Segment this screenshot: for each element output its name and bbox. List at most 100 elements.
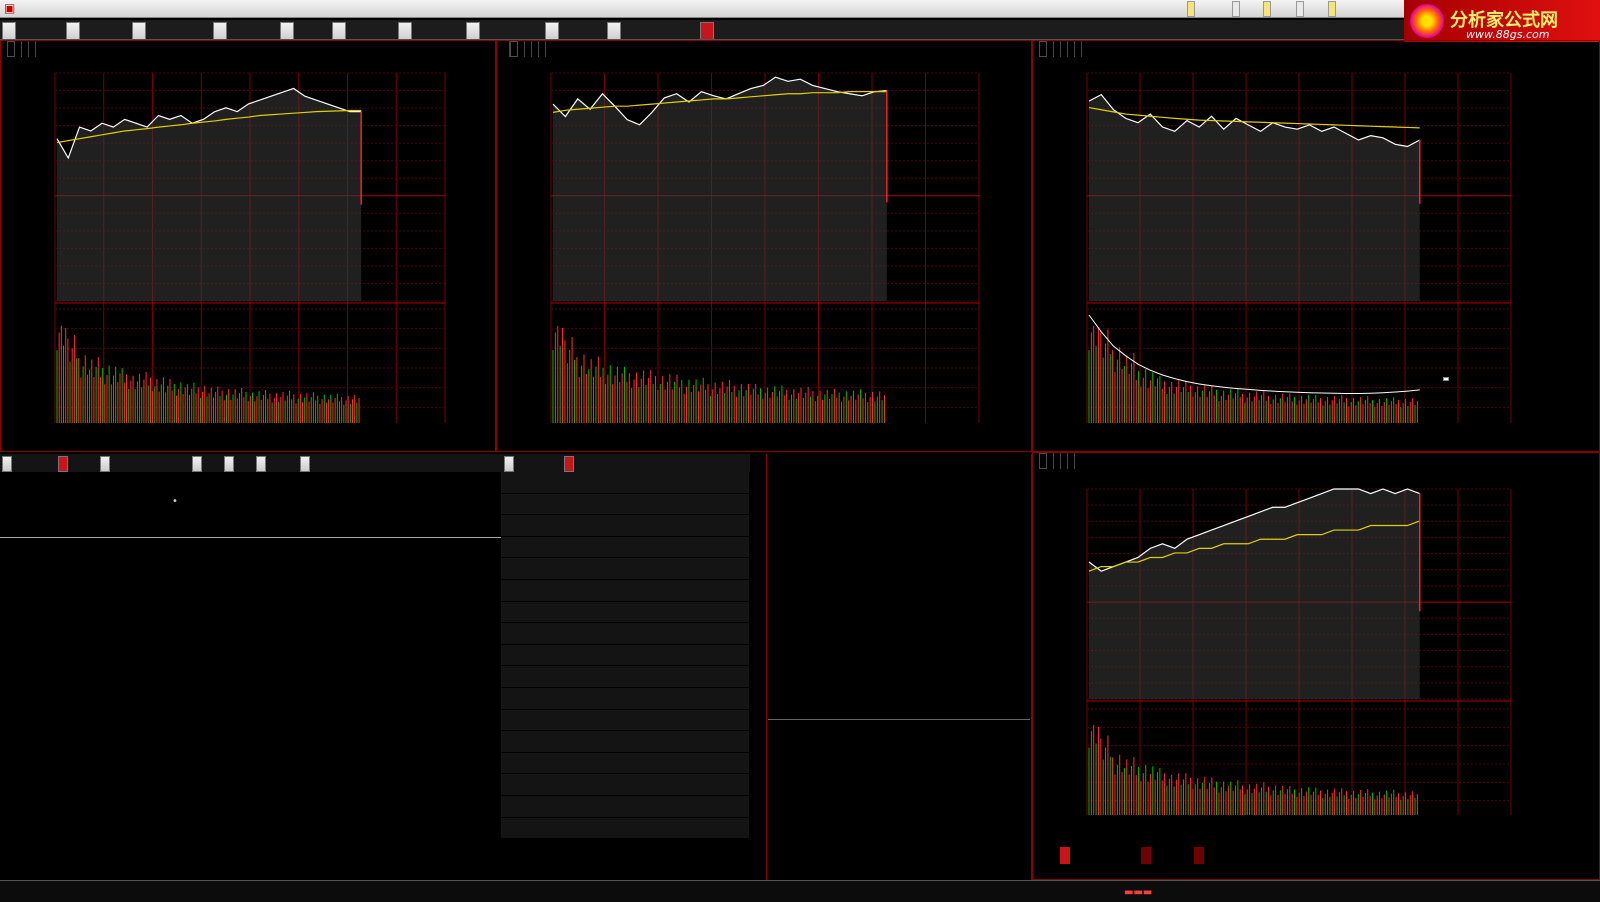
quick-button-1[interactable] xyxy=(1232,1,1240,17)
monitor-row[interactable] xyxy=(768,595,1030,610)
quick-button-2[interactable] xyxy=(1263,1,1271,17)
chart-view-tab-0[interactable] xyxy=(1060,847,1070,864)
monitor-row[interactable] xyxy=(768,641,1030,656)
news-item[interactable] xyxy=(501,601,749,624)
monitor-row[interactable] xyxy=(768,811,1030,826)
monitor-row[interactable] xyxy=(768,780,1030,795)
board-tab-2[interactable] xyxy=(100,456,110,472)
tab-8[interactable] xyxy=(545,22,559,39)
monitor-row[interactable] xyxy=(768,719,1030,734)
news-item[interactable] xyxy=(501,558,749,580)
news-item[interactable] xyxy=(501,644,749,667)
monitor-row[interactable] xyxy=(768,672,1030,687)
news-item[interactable] xyxy=(501,796,749,818)
table-row[interactable] xyxy=(0,559,505,581)
table-row[interactable] xyxy=(0,710,505,732)
table-row[interactable] xyxy=(0,732,505,754)
board-tab-5[interactable] xyxy=(256,456,266,472)
news-item[interactable] xyxy=(501,515,749,537)
table-row[interactable] xyxy=(0,689,505,711)
quick-button-4[interactable] xyxy=(1328,1,1336,17)
monitor-row[interactable] xyxy=(768,734,1030,749)
monitor-row[interactable] xyxy=(768,626,1030,641)
chart-panel-4 xyxy=(1032,452,1600,880)
monitor-row[interactable] xyxy=(768,749,1030,764)
chart-view-tab-2[interactable] xyxy=(1194,847,1204,864)
board-tab-0[interactable] xyxy=(2,456,12,472)
monitor-row[interactable] xyxy=(768,826,1030,841)
tab-4[interactable] xyxy=(280,22,294,39)
window-icon[interactable]: ▣ xyxy=(4,1,15,15)
tab-6[interactable] xyxy=(398,22,412,39)
tab-9[interactable] xyxy=(607,22,621,39)
quick-button-0[interactable] xyxy=(1187,1,1195,17)
news-item[interactable] xyxy=(501,709,749,732)
price-area xyxy=(1089,489,1420,699)
news-item[interactable] xyxy=(501,774,749,796)
news-item[interactable] xyxy=(501,472,749,494)
table-row[interactable] xyxy=(0,797,505,819)
tab-1[interactable] xyxy=(66,22,80,39)
table-row[interactable] xyxy=(0,581,505,603)
table-row[interactable] xyxy=(0,840,505,862)
tab-2[interactable] xyxy=(132,22,146,39)
table-row[interactable] xyxy=(0,538,505,560)
table-row[interactable] xyxy=(0,624,505,646)
board-tab-4[interactable] xyxy=(224,456,234,472)
table-row[interactable] xyxy=(0,775,505,797)
news-item[interactable] xyxy=(501,493,749,516)
monitor-row[interactable] xyxy=(768,534,1030,549)
news-item[interactable] xyxy=(501,688,749,710)
news-item[interactable] xyxy=(501,752,749,775)
news-item[interactable] xyxy=(501,580,749,602)
table-row[interactable] xyxy=(0,667,505,689)
monitor-row[interactable] xyxy=(768,565,1030,580)
table-row[interactable] xyxy=(0,602,505,624)
monitor-row[interactable] xyxy=(768,703,1030,718)
flower-logo-icon xyxy=(1410,4,1444,38)
news-tab-0[interactable] xyxy=(504,456,514,472)
tab-10[interactable] xyxy=(700,22,714,39)
board-tab-3[interactable] xyxy=(192,456,202,472)
table-row[interactable] xyxy=(0,754,505,776)
news-item[interactable] xyxy=(501,731,749,753)
chart-panel-1 xyxy=(0,40,496,452)
news-tab-1[interactable] xyxy=(564,456,574,472)
board-tab-1[interactable] xyxy=(58,456,68,472)
monitor-row[interactable] xyxy=(768,550,1030,565)
monitor-row[interactable] xyxy=(768,657,1030,672)
board-tab-bar xyxy=(0,454,507,472)
monitor-row[interactable] xyxy=(768,488,1030,503)
table-row[interactable] xyxy=(0,646,505,668)
board-tab-6[interactable] xyxy=(300,456,310,472)
monitor-row[interactable] xyxy=(768,765,1030,780)
price-area xyxy=(553,77,887,302)
tab-0[interactable] xyxy=(2,22,16,39)
monitor-row[interactable] xyxy=(768,795,1030,810)
chart-panel-2 xyxy=(496,40,1032,452)
monitor-row[interactable] xyxy=(768,519,1030,534)
price-area xyxy=(57,88,362,301)
chart-svg-3 xyxy=(1086,72,1512,423)
tab-7[interactable] xyxy=(466,22,480,39)
chart-view-tab-1[interactable] xyxy=(1141,847,1151,864)
chart-svg-2 xyxy=(550,72,980,423)
monitor-row[interactable] xyxy=(768,473,1030,488)
quick-button-3[interactable] xyxy=(1296,1,1304,17)
table-row[interactable] xyxy=(0,516,505,538)
news-item[interactable] xyxy=(501,666,749,688)
monitor-row[interactable] xyxy=(768,687,1030,702)
tab-3[interactable] xyxy=(213,22,227,39)
news-item[interactable] xyxy=(501,817,749,840)
news-item[interactable] xyxy=(501,623,749,645)
monitor-row[interactable] xyxy=(768,504,1030,519)
layout-tab-bar xyxy=(0,20,1404,40)
chart-svg-4 xyxy=(1086,488,1512,815)
tab-5[interactable] xyxy=(332,22,346,39)
monitor-row[interactable] xyxy=(768,611,1030,626)
menu-bar: ▣ xyxy=(0,0,1600,18)
news-item[interactable] xyxy=(501,536,749,559)
sort-indicator-icon: • xyxy=(172,496,178,507)
monitor-row[interactable] xyxy=(768,580,1030,595)
table-row[interactable] xyxy=(0,818,505,840)
